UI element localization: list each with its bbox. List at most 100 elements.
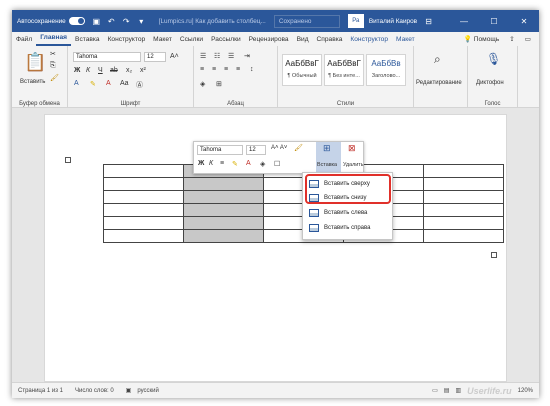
format-painter-icon[interactable]: 🖌 (50, 74, 59, 82)
table-cell[interactable] (183, 216, 264, 230)
indent-icon[interactable]: ⇥ (244, 52, 250, 60)
language[interactable]: русский (137, 388, 159, 394)
ribbon-options-icon[interactable]: ⊟ (423, 16, 434, 27)
align-left-icon[interactable]: ≡ (200, 66, 204, 73)
comments-icon[interactable]: ▭ (525, 35, 531, 43)
tab-help[interactable]: Справка (313, 36, 347, 43)
maximize-button[interactable]: ☐ (479, 17, 509, 26)
italic-icon[interactable]: К (86, 67, 90, 74)
table-cell[interactable] (183, 190, 264, 204)
multilevel-icon[interactable]: ☰ (228, 52, 234, 60)
paste-button[interactable]: Вставить (20, 79, 45, 85)
table-cell[interactable] (103, 203, 184, 217)
font-name-box[interactable]: Tahoma (73, 52, 141, 62)
table-cell[interactable] (183, 177, 264, 191)
borders-icon[interactable]: ⊞ (216, 80, 222, 88)
table-cell[interactable] (423, 216, 504, 230)
text-effects-icon[interactable]: A (74, 80, 79, 87)
font-size-box[interactable]: 12 (144, 52, 166, 62)
bold-icon[interactable]: Ж (74, 67, 80, 74)
share-icon[interactable]: ⇪ (509, 35, 515, 43)
copy-icon[interactable]: ⎘ (50, 62, 56, 70)
change-case-icon[interactable]: Aa (120, 80, 129, 87)
style-normal[interactable]: АаБбВвГ ¶ Обычный (282, 54, 322, 86)
tab-table-design[interactable]: Конструктор (346, 36, 392, 43)
style-heading[interactable]: АаБбВв Заголово... (366, 54, 406, 86)
paste-icon[interactable]: 📋 (24, 52, 46, 73)
tab-insert[interactable]: Вставка (71, 36, 104, 43)
close-button[interactable]: ✕ (509, 17, 539, 26)
lightbulb-icon[interactable]: 💡 (464, 35, 472, 43)
autosave-toggle[interactable] (68, 17, 85, 25)
table-cell[interactable] (423, 164, 504, 178)
table-cell[interactable] (103, 177, 184, 191)
tab-home[interactable]: Главная (36, 32, 72, 46)
mini-font-color-icon[interactable]: A (246, 160, 251, 167)
mini-highlight-icon[interactable]: ✎ (232, 160, 238, 168)
align-center-icon[interactable]: ≡ (212, 66, 216, 73)
enclose-char-icon[interactable]: Ⓐ (136, 80, 143, 90)
table-cell[interactable] (183, 203, 264, 217)
table-cell[interactable] (103, 190, 184, 204)
mini-shading-icon[interactable]: ◈ (260, 160, 265, 168)
minimize-button[interactable]: — (449, 17, 479, 26)
numbering-icon[interactable]: ☷ (214, 52, 220, 60)
avatar[interactable]: Ра (347, 14, 364, 28)
style-no-spacing[interactable]: АаБбВвГ ¶ Без инте... (324, 54, 364, 86)
table-cell[interactable] (423, 203, 504, 217)
font-color-icon[interactable]: A (106, 80, 111, 87)
mini-borders-icon[interactable]: ☐ (274, 160, 280, 168)
print-layout-icon[interactable]: ▤ (444, 387, 450, 394)
editing-button[interactable]: Редактирование (416, 80, 462, 86)
page[interactable]: Tahoma 12 A˄ A˅ 🖌 Ж К ≡ ✎ A ◈ ☐ ⊞ Вставк… (44, 114, 507, 382)
superscript-icon[interactable]: x² (140, 67, 146, 74)
table-cell[interactable] (423, 177, 504, 191)
mini-size-box[interactable]: 12 (246, 145, 266, 155)
table-cell[interactable] (103, 164, 184, 178)
strikethrough-icon[interactable]: ab (110, 67, 118, 74)
search-icon[interactable]: ⌕ (434, 52, 441, 67)
mini-delete-button[interactable]: ⊠ Удалить (342, 142, 365, 173)
tab-references[interactable]: Ссылки (176, 36, 207, 43)
tab-view[interactable]: Вид (293, 36, 313, 43)
cut-icon[interactable]: ✂ (50, 50, 56, 58)
read-mode-icon[interactable]: ▭ (432, 387, 438, 394)
shading-icon[interactable]: ◈ (200, 80, 205, 88)
mini-bold-icon[interactable]: Ж (198, 160, 204, 167)
search-box[interactable]: Сохранено (273, 14, 340, 28)
table-cell[interactable] (183, 229, 264, 243)
menu-item-insert-right[interactable]: Вставить справа (306, 221, 390, 234)
tab-design[interactable]: Конструктор (104, 36, 150, 43)
redo-icon[interactable]: ↷ (121, 16, 132, 27)
undo-icon[interactable]: ↶ (106, 16, 117, 27)
mini-format-painter-icon[interactable]: 🖌 (294, 144, 303, 152)
mini-font-box[interactable]: Tahoma (197, 145, 243, 155)
save-icon[interactable]: ▣ (91, 16, 102, 27)
user-name[interactable]: Виталий Каиров (369, 18, 417, 25)
align-right-icon[interactable]: ≡ (224, 66, 228, 73)
table-cell[interactable] (423, 229, 504, 243)
highlight-icon[interactable]: ✎ (90, 80, 96, 88)
tab-mailings[interactable]: Рассылки (207, 36, 245, 43)
grow-font-icon[interactable]: A˄ (170, 53, 179, 60)
bullets-icon[interactable]: ☰ (200, 52, 206, 60)
tell-me-label[interactable]: Помощь (474, 36, 499, 43)
tab-table-layout[interactable]: Макет (392, 36, 419, 43)
justify-icon[interactable]: ≡ (236, 66, 240, 73)
tab-layout[interactable]: Макет (149, 36, 176, 43)
zoom-level[interactable]: 120% (518, 388, 533, 394)
menu-item-insert-left[interactable]: Вставить слева (306, 206, 390, 219)
table-move-handle[interactable] (65, 157, 71, 163)
mini-align-icon[interactable]: ≡ (220, 160, 224, 167)
proofing-icon[interactable]: ▣ (126, 387, 132, 394)
customize-qat-icon[interactable]: ▾ (136, 16, 147, 27)
table-resize-handle[interactable] (491, 252, 497, 258)
underline-icon[interactable]: Ч (98, 67, 103, 74)
subscript-icon[interactable]: x₂ (126, 67, 132, 74)
mini-grow-font-icon[interactable]: A˄ A˅ (271, 145, 287, 151)
table-cell[interactable] (103, 216, 184, 230)
page-count[interactable]: Страница 1 из 1 (18, 388, 63, 394)
mini-italic-icon[interactable]: К (209, 160, 213, 167)
word-count[interactable]: Число слов: 0 (75, 388, 114, 394)
table-cell[interactable] (103, 229, 184, 243)
